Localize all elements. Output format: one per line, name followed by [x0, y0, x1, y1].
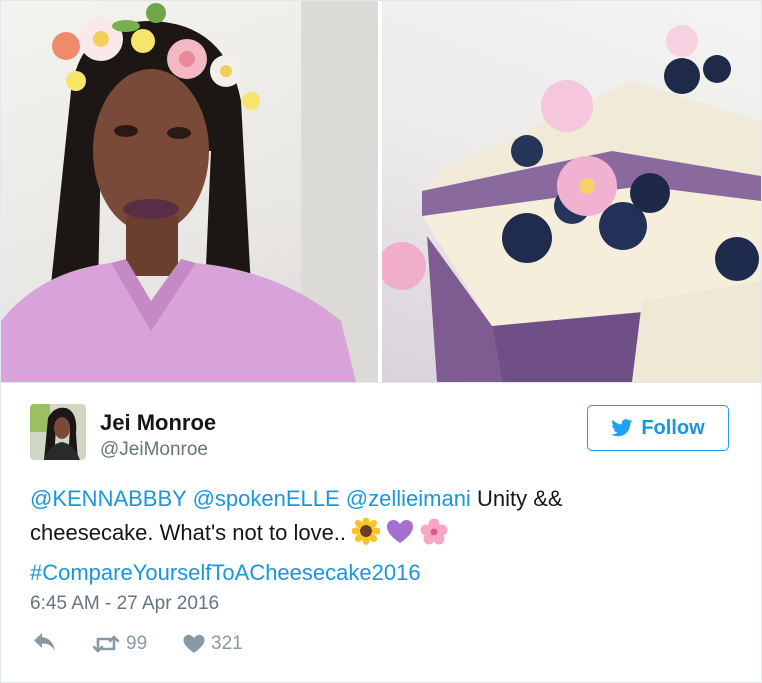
cheesecake-photo[interactable]	[382, 1, 761, 382]
tweet-media[interactable]	[1, 1, 761, 383]
avatar-image	[30, 404, 86, 460]
selfie-photo[interactable]	[1, 1, 378, 382]
tweet-timestamp[interactable]: 6:45 AM - 27 Apr 2016	[30, 593, 219, 615]
tweet-card: Jei Monroe @JeiMonroe Follow @KENNABBBY …	[0, 0, 762, 683]
retweet-button[interactable]: 99	[92, 633, 147, 655]
sunflower-emoji	[351, 517, 382, 556]
heart-icon	[183, 634, 205, 654]
cheesecake-illustration	[382, 25, 761, 382]
tweet-actions: 99 321	[30, 633, 430, 661]
mention-kennabbby[interactable]: @KENNABBBY	[30, 486, 186, 511]
user-handle[interactable]: @JeiMonroe	[100, 439, 208, 461]
tweet-text-part-a: Unity &&	[476, 486, 563, 511]
like-count: 321	[211, 633, 243, 654]
like-button[interactable]: 321	[183, 633, 243, 655]
retweet-count: 99	[126, 633, 148, 654]
avatar[interactable]	[30, 404, 86, 460]
reply-icon	[33, 633, 57, 653]
tweet-line-3: #CompareYourselfToACheesecake2016	[30, 556, 730, 590]
follow-button[interactable]: Follow	[587, 405, 729, 451]
tweet-text-part-b: cheesecake. What's not to love..	[30, 520, 347, 545]
selfie-illustration	[1, 1, 378, 382]
cherry-blossom-emoji	[420, 518, 448, 556]
bird-icon	[611, 419, 633, 437]
mention-spokenelle[interactable]: @spokenELLE	[193, 486, 340, 511]
reply-button[interactable]	[33, 633, 57, 653]
tweet-line-2: cheesecake. What's not to love..	[30, 516, 730, 556]
follow-label: Follow	[641, 416, 705, 439]
tweet-header: Jei Monroe @JeiMonroe Follow	[30, 404, 732, 464]
purple-heart-emoji	[386, 518, 414, 556]
tweet-text: @KENNABBBY @spokenELLE @zellieimani Unit…	[30, 482, 730, 590]
tweet-line-1: @KENNABBBY @spokenELLE @zellieimani Unit…	[30, 482, 730, 516]
hashtag-link[interactable]: #CompareYourselfToACheesecake2016	[30, 560, 421, 585]
user-display-name[interactable]: Jei Monroe	[100, 410, 216, 436]
mention-zellieimani[interactable]: @zellieimani	[346, 486, 471, 511]
retweet-icon	[92, 634, 120, 654]
